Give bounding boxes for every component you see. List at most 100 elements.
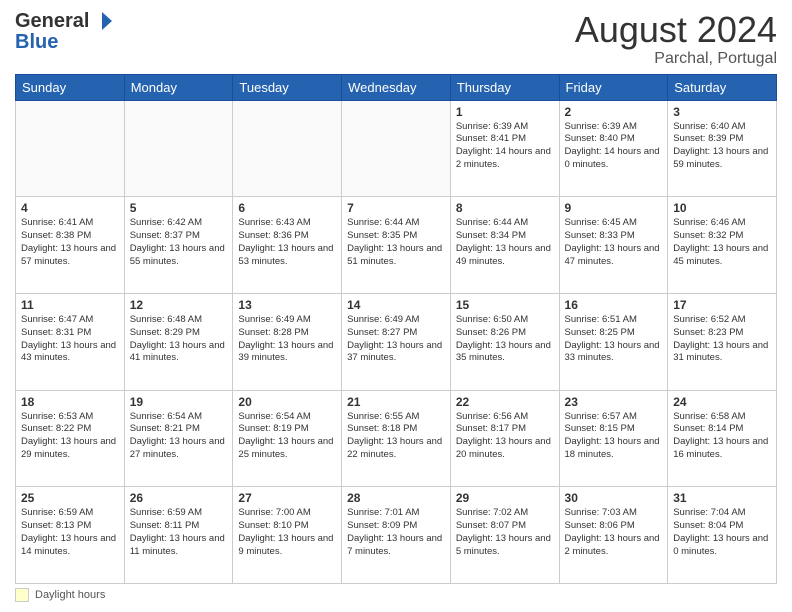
cell-content: Sunrise: 6:47 AM xyxy=(21,314,119,327)
cell-content: Daylight: 13 hours and 18 minutes. xyxy=(565,436,663,462)
cell-content: Daylight: 13 hours and 0 minutes. xyxy=(673,533,771,559)
cell-content: Sunrise: 7:01 AM xyxy=(347,507,445,520)
cell-content: Sunrise: 6:42 AM xyxy=(130,217,228,230)
day-number: 5 xyxy=(130,201,228,215)
calendar-cell: 19Sunrise: 6:54 AMSunset: 8:21 PMDayligh… xyxy=(124,390,233,487)
calendar-cell xyxy=(16,100,125,197)
cell-content: Sunset: 8:36 PM xyxy=(238,230,336,243)
calendar-week-row: 25Sunrise: 6:59 AMSunset: 8:13 PMDayligh… xyxy=(16,487,777,584)
calendar-cell: 3Sunrise: 6:40 AMSunset: 8:39 PMDaylight… xyxy=(668,100,777,197)
day-number: 30 xyxy=(565,491,663,505)
day-number: 26 xyxy=(130,491,228,505)
cell-content: Daylight: 13 hours and 55 minutes. xyxy=(130,243,228,269)
calendar-cell: 12Sunrise: 6:48 AMSunset: 8:29 PMDayligh… xyxy=(124,293,233,390)
day-number: 21 xyxy=(347,395,445,409)
calendar-cell: 16Sunrise: 6:51 AMSunset: 8:25 PMDayligh… xyxy=(559,293,668,390)
cell-content: Daylight: 13 hours and 11 minutes. xyxy=(130,533,228,559)
cell-content: Daylight: 13 hours and 39 minutes. xyxy=(238,340,336,366)
cell-content: Sunset: 8:39 PM xyxy=(673,133,771,146)
calendar-cell: 14Sunrise: 6:49 AMSunset: 8:27 PMDayligh… xyxy=(342,293,451,390)
cell-content: Sunrise: 6:49 AM xyxy=(347,314,445,327)
day-number: 7 xyxy=(347,201,445,215)
cell-content: Sunrise: 6:39 AM xyxy=(565,121,663,134)
day-number: 13 xyxy=(238,298,336,312)
day-number: 31 xyxy=(673,491,771,505)
cell-content: Daylight: 13 hours and 20 minutes. xyxy=(456,436,554,462)
cell-content: Sunset: 8:15 PM xyxy=(565,423,663,436)
cell-content: Sunrise: 6:51 AM xyxy=(565,314,663,327)
cell-content: Sunset: 8:07 PM xyxy=(456,520,554,533)
cell-content: Daylight: 13 hours and 16 minutes. xyxy=(673,436,771,462)
cell-content: Daylight: 14 hours and 2 minutes. xyxy=(456,146,554,172)
cell-content: Sunrise: 6:40 AM xyxy=(673,121,771,134)
cell-content: Sunrise: 6:50 AM xyxy=(456,314,554,327)
calendar-cell: 31Sunrise: 7:04 AMSunset: 8:04 PMDayligh… xyxy=(668,487,777,584)
calendar-cell: 15Sunrise: 6:50 AMSunset: 8:26 PMDayligh… xyxy=(450,293,559,390)
calendar-cell: 8Sunrise: 6:44 AMSunset: 8:34 PMDaylight… xyxy=(450,197,559,294)
cell-content: Sunrise: 6:48 AM xyxy=(130,314,228,327)
cell-content: Sunset: 8:21 PM xyxy=(130,423,228,436)
calendar-cell: 28Sunrise: 7:01 AMSunset: 8:09 PMDayligh… xyxy=(342,487,451,584)
day-number: 6 xyxy=(238,201,336,215)
cell-content: Sunset: 8:27 PM xyxy=(347,327,445,340)
day-number: 20 xyxy=(238,395,336,409)
cell-content: Daylight: 13 hours and 51 minutes. xyxy=(347,243,445,269)
day-number: 10 xyxy=(673,201,771,215)
calendar-cell: 22 Sunrise: 6:56 AMSunset: 8:17 PMDayligh… xyxy=(450,390,559,487)
main-title: August 2024 xyxy=(575,10,777,50)
cell-content: Sunrise: 6:43 AM xyxy=(238,217,336,230)
day-number: 2 xyxy=(565,105,663,119)
cell-content: Daylight: 13 hours and 29 minutes. xyxy=(21,436,119,462)
cell-content: Sunset: 8:35 PM xyxy=(347,230,445,243)
day-number: 17 xyxy=(673,298,771,312)
cell-content: Daylight: 13 hours and 33 minutes. xyxy=(565,340,663,366)
cell-content: Sunrise: 6:56 AM xyxy=(456,411,554,424)
subtitle: Parchal, Portugal xyxy=(575,50,777,68)
cell-content: Sunset: 8:17 PM xyxy=(456,423,554,436)
calendar-week-row: 4Sunrise: 6:41 AMSunset: 8:38 PMDaylight… xyxy=(16,197,777,294)
header: General Blue August 2024 Parchal, Portug… xyxy=(15,10,777,68)
calendar-cell: 29Sunrise: 7:02 AMSunset: 8:07 PMDayligh… xyxy=(450,487,559,584)
calendar-cell: 4Sunrise: 6:41 AMSunset: 8:38 PMDaylight… xyxy=(16,197,125,294)
day-number: 12 xyxy=(130,298,228,312)
calendar-cell xyxy=(342,100,451,197)
calendar-cell: 27Sunrise: 7:00 AMSunset: 8:10 PMDayligh… xyxy=(233,487,342,584)
cell-content: Sunrise: 7:00 AM xyxy=(238,507,336,520)
calendar-cell: 23Sunrise: 6:57 AMSunset: 8:15 PMDayligh… xyxy=(559,390,668,487)
cell-content: Sunset: 8:06 PM xyxy=(565,520,663,533)
calendar-week-row: 18Sunrise: 6:53 AMSunset: 8:22 PMDayligh… xyxy=(16,390,777,487)
cell-content: Daylight: 14 hours and 0 minutes. xyxy=(565,146,663,172)
day-number: 29 xyxy=(456,491,554,505)
cell-content: Daylight: 13 hours and 57 minutes. xyxy=(21,243,119,269)
cell-content: Daylight: 13 hours and 35 minutes. xyxy=(456,340,554,366)
calendar-week-row: 11Sunrise: 6:47 AMSunset: 8:31 PMDayligh… xyxy=(16,293,777,390)
cell-content: Daylight: 13 hours and 7 minutes. xyxy=(347,533,445,559)
cell-content: Sunset: 8:33 PM xyxy=(565,230,663,243)
cell-content: Sunrise: 7:04 AM xyxy=(673,507,771,520)
logo-text-general: General xyxy=(15,10,89,32)
cell-content: Sunrise: 6:54 AM xyxy=(130,411,228,424)
cell-content: Sunset: 8:38 PM xyxy=(21,230,119,243)
logo-text-blue: Blue xyxy=(15,32,113,52)
day-number: 4 xyxy=(21,201,119,215)
cell-content: Sunrise: 6:49 AM xyxy=(238,314,336,327)
day-number: 1 xyxy=(456,105,554,119)
calendar-cell: 1Sunrise: 6:39 AMSunset: 8:41 PMDaylight… xyxy=(450,100,559,197)
logo-flag-icon xyxy=(91,10,113,32)
daylight-label: Daylight hours xyxy=(35,589,105,601)
cell-content: Daylight: 13 hours and 43 minutes. xyxy=(21,340,119,366)
calendar-cell: 18Sunrise: 6:53 AMSunset: 8:22 PMDayligh… xyxy=(16,390,125,487)
cell-content: Sunrise: 6:54 AM xyxy=(238,411,336,424)
calendar-day-header: Wednesday xyxy=(342,74,451,100)
day-number: 9 xyxy=(565,201,663,215)
footer: Daylight hours xyxy=(15,588,777,602)
calendar-cell xyxy=(124,100,233,197)
day-number: 3 xyxy=(673,105,771,119)
calendar-cell xyxy=(233,100,342,197)
day-number: 22 xyxy=(456,395,554,409)
day-number: 11 xyxy=(21,298,119,312)
calendar-cell: 11Sunrise: 6:47 AMSunset: 8:31 PMDayligh… xyxy=(16,293,125,390)
calendar-cell: 26Sunrise: 6:59 AMSunset: 8:11 PMDayligh… xyxy=(124,487,233,584)
daylight-box-icon xyxy=(15,588,29,602)
cell-content: Daylight: 13 hours and 2 minutes. xyxy=(565,533,663,559)
